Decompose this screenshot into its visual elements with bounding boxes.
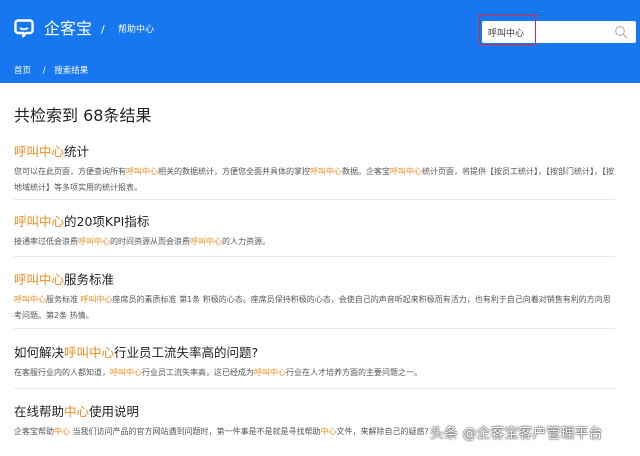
results-count-heading: 共检索到 68条结果: [14, 106, 152, 125]
breadcrumb-current: 搜索结果: [54, 66, 89, 76]
search-result-item: 呼叫中心的20项KPI指标 接通率过低会浪费呼叫中心的时间资源从而会浪费呼叫中心…: [14, 213, 615, 250]
text-segment: 当我们访问产品的官方网站遇到问题时，第一件事是不是就是寻找帮助: [70, 427, 321, 436]
breadcrumb-home[interactable]: 首页: [14, 66, 31, 77]
text-segment: 相关的数据统计，方便您全面并具体的掌控: [158, 167, 310, 176]
search-highlight-outline: [479, 14, 536, 45]
chat-bubble-logo-icon[interactable]: [14, 19, 34, 38]
text-segment: 统计: [64, 144, 90, 159]
header-separator: /: [101, 23, 105, 36]
result-title-link[interactable]: 呼叫中心统计: [14, 143, 615, 160]
text-segment: 您可以在此页面，方便查询所有: [14, 167, 126, 176]
text-segment: 的20项KPI指标: [64, 214, 150, 229]
result-title-link[interactable]: 在线帮助中心使用说明: [14, 403, 615, 420]
keyword-highlight: 中心: [320, 427, 337, 436]
keyword-highlight: 呼叫中心: [64, 345, 115, 360]
text-segment: 行业在人才培养方面的主要问题之一。: [286, 368, 422, 377]
keyword-highlight: 中心: [64, 404, 90, 419]
result-snippet: 接通率过低会浪费呼叫中心的时间资源从而会浪费呼叫中心的人力资源。: [14, 234, 615, 250]
result-snippet: 呼叫中心服务标准 呼叫中心座席员的素质标准 第1条 积极的心态。座席员保持积极的…: [14, 292, 615, 324]
text-segment: 的人力资源。: [222, 237, 270, 246]
keyword-highlight: 呼叫中心: [190, 237, 222, 246]
watermark-text: 头条 @企客宝客户管理平台: [430, 426, 603, 442]
text-segment: 服务标准: [64, 272, 115, 287]
keyword-highlight: 呼叫中心: [14, 295, 46, 304]
search-result-item: 呼叫中心统计 您可以在此页面，方便查询所有呼叫中心相关的数据统计，方便您全面并具…: [14, 143, 615, 196]
search-result-item: 呼叫中心服务标准 呼叫中心服务标准 呼叫中心座席员的素质标准 第1条 积极的心态…: [14, 271, 615, 324]
text-segment: 在客服行业内的人都知道，: [14, 368, 110, 377]
text-segment: 服务标准: [46, 295, 81, 304]
keyword-highlight: 呼叫中心: [14, 272, 65, 287]
keyword-highlight: 呼叫中心: [110, 368, 142, 377]
result-divider: [14, 199, 615, 200]
keyword-highlight: 呼叫中心: [390, 167, 422, 176]
text-segment: 企客宝帮助: [14, 427, 54, 436]
brand-name[interactable]: 企客宝: [44, 19, 92, 39]
text-segment: 的时间资源从而会浪费: [110, 237, 190, 246]
result-snippet: 您可以在此页面，方便查询所有呼叫中心相关的数据统计，方便您全面并具体的掌控呼叫中…: [14, 164, 615, 196]
text-segment: 文件，来解除自己的疑惑?: [336, 427, 429, 436]
top-header: 企客宝 / 帮助中心 首页 / 搜索结果: [0, 0, 640, 83]
keyword-highlight: 呼叫中心: [254, 368, 286, 377]
breadcrumb-separator: /: [42, 66, 46, 76]
keyword-highlight: 呼叫中心: [14, 144, 65, 159]
header-section-title[interactable]: 帮助中心: [118, 23, 154, 37]
keyword-highlight: 呼叫中心: [80, 295, 113, 304]
search-icon[interactable]: [614, 25, 628, 39]
result-snippet: 在客服行业内的人都知道，呼叫中心行业员工流失率高，这已经成为呼叫中心行业在人才培…: [14, 365, 615, 381]
keyword-highlight: 中心: [54, 427, 70, 436]
text-segment: 如何解决: [14, 345, 65, 360]
text-segment: 接通率过低会浪费: [14, 237, 78, 246]
keyword-highlight: 呼叫中心: [126, 167, 158, 176]
text-segment: 数据。企客宝: [342, 167, 390, 176]
breadcrumb: 首页 / 搜索结果: [14, 66, 88, 77]
result-title-link[interactable]: 如何解决呼叫中心行业员工流失率高的问题?: [14, 344, 615, 361]
search-result-item: 如何解决呼叫中心行业员工流失率高的问题? 在客服行业内的人都知道，呼叫中心行业员…: [14, 344, 615, 381]
text-segment: 行业员工流失率高，这已经成为: [142, 368, 254, 377]
result-divider: [14, 256, 615, 257]
text-segment: 在线帮助: [14, 404, 65, 419]
text-segment: 行业员工流失率高的问题?: [114, 345, 259, 360]
text-segment: 使用说明: [89, 404, 140, 419]
keyword-highlight: 呼叫中心: [78, 237, 110, 246]
result-title-link[interactable]: 呼叫中心服务标准: [14, 271, 615, 288]
result-divider: [14, 328, 615, 329]
result-divider: [14, 388, 615, 389]
result-title-link[interactable]: 呼叫中心的20项KPI指标: [14, 213, 615, 230]
keyword-highlight: 呼叫中心: [14, 214, 65, 229]
keyword-highlight: 呼叫中心: [310, 167, 342, 176]
